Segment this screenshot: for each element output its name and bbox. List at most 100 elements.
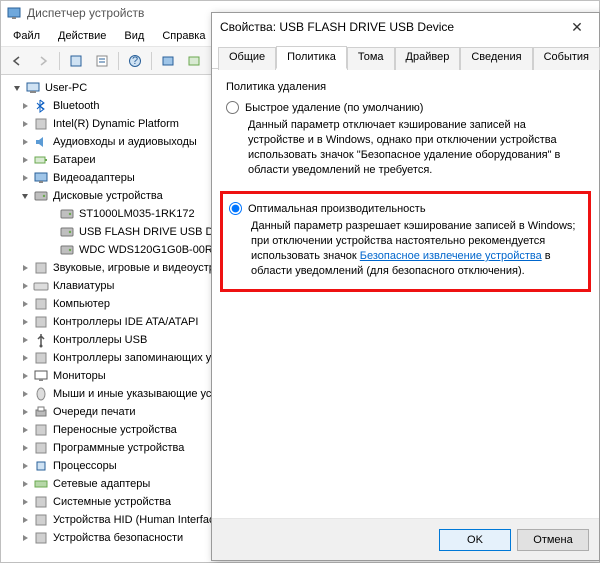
toolbar-show-hidden[interactable] xyxy=(64,49,88,73)
menu-file[interactable]: Файл xyxy=(9,28,44,44)
tree-twisty[interactable] xyxy=(19,190,31,202)
cpu-icon xyxy=(33,458,49,474)
tree-twisty[interactable] xyxy=(19,370,31,382)
tree-label: Видеоадаптеры xyxy=(53,172,135,184)
tree-label: Контроллеры USB xyxy=(53,334,147,346)
security-icon xyxy=(33,530,49,546)
tree-label: Процессоры xyxy=(53,460,117,472)
tab-сведения[interactable]: Сведения xyxy=(460,47,532,70)
toolbar-properties[interactable] xyxy=(90,49,114,73)
tree-twisty[interactable] xyxy=(19,388,31,400)
toolbar-back[interactable] xyxy=(5,49,29,73)
tree-twisty[interactable] xyxy=(19,352,31,364)
ok-button[interactable]: OK xyxy=(439,529,511,551)
quick-removal-desc: Данный параметр отключает кэширование за… xyxy=(248,118,585,177)
tab-драйвер[interactable]: Драйвер xyxy=(395,47,461,70)
dm-app-icon xyxy=(7,6,21,20)
tree-twisty[interactable] xyxy=(19,460,31,472)
mouse-icon xyxy=(33,386,49,402)
toolbar-forward[interactable] xyxy=(31,49,55,73)
tree-twisty[interactable] xyxy=(19,136,31,148)
toolbar-sep xyxy=(118,52,119,70)
tree-label: Устройства безопасности xyxy=(53,532,183,544)
tree-label: Аудиовходы и аудиовыходы xyxy=(53,136,197,148)
tabs-bar: ОбщиеПолитикаТомаДрайверСведенияСобытия xyxy=(212,41,599,69)
display-icon xyxy=(33,170,49,186)
tree-twisty[interactable] xyxy=(19,100,31,112)
tree-label: ST1000LM035-1RK172 xyxy=(79,208,195,220)
tree-twisty[interactable] xyxy=(19,406,31,418)
menu-help[interactable]: Справка xyxy=(158,28,209,44)
tree-label: Программные устройства xyxy=(53,442,184,454)
keyboard-icon xyxy=(33,278,49,294)
tree-twisty[interactable] xyxy=(19,478,31,490)
tree-twisty[interactable] xyxy=(19,280,31,292)
tab-политика[interactable]: Политика xyxy=(276,46,347,69)
tree-twisty[interactable] xyxy=(11,82,23,94)
portable-icon xyxy=(33,422,49,438)
tree-twisty[interactable] xyxy=(19,532,31,544)
safely-remove-link[interactable]: Безопасное извлечение устройства xyxy=(360,250,542,262)
chip-icon xyxy=(33,116,49,132)
tree-twisty[interactable] xyxy=(19,298,31,310)
tab-события[interactable]: События xyxy=(533,47,600,70)
tree-twisty[interactable] xyxy=(19,172,31,184)
tree-twisty[interactable] xyxy=(19,514,31,526)
props-titlebar: Свойства: USB FLASH DRIVE USB Device ✕ xyxy=(212,13,599,41)
toolbar-sep xyxy=(59,52,60,70)
software-icon xyxy=(33,440,49,456)
menu-action[interactable]: Действие xyxy=(54,28,110,44)
option-quick-removal: Быстрое удаление (по умолчанию) Данный п… xyxy=(226,101,585,177)
disk-icon xyxy=(59,242,75,258)
tree-twisty[interactable] xyxy=(45,226,57,238)
tab-тома[interactable]: Тома xyxy=(347,47,395,70)
props-button-bar: OK Отмена xyxy=(212,518,599,560)
tree-label: Мониторы xyxy=(53,370,106,382)
better-performance-desc: Данный параметр разрешает кэширование за… xyxy=(251,219,582,278)
radio-better-performance-label: Оптимальная производительность xyxy=(248,203,426,215)
bluetooth-icon xyxy=(33,98,49,114)
props-body: Политика удаления Быстрое удаление (по у… xyxy=(212,69,599,518)
radio-better-performance[interactable] xyxy=(229,202,242,215)
tree-twisty[interactable] xyxy=(19,424,31,436)
storage-icon xyxy=(33,350,49,366)
toolbar-sep xyxy=(151,52,152,70)
tree-twisty[interactable] xyxy=(19,316,31,328)
toolbar-uninstall[interactable] xyxy=(182,49,206,73)
dm-title-text: Диспетчер устройств xyxy=(27,6,144,20)
tree-label: Переносные устройства xyxy=(53,424,177,436)
tree-twisty[interactable] xyxy=(19,442,31,454)
tree-twisty[interactable] xyxy=(19,154,31,166)
group-title: Политика удаления xyxy=(226,81,585,93)
battery-icon xyxy=(33,152,49,168)
tree-label: Контроллеры IDE ATA/ATAPI xyxy=(53,316,198,328)
system-icon xyxy=(33,494,49,510)
ide-icon xyxy=(33,314,49,330)
audio-icon xyxy=(33,134,49,150)
tree-twisty[interactable] xyxy=(19,496,31,508)
close-button[interactable]: ✕ xyxy=(563,17,591,37)
tree-twisty[interactable] xyxy=(45,208,57,220)
radio-quick-removal[interactable] xyxy=(226,101,239,114)
tree-twisty[interactable] xyxy=(19,262,31,274)
props-title-text: Свойства: USB FLASH DRIVE USB Device xyxy=(220,20,454,34)
tree-twisty[interactable] xyxy=(19,334,31,346)
tree-label: User-PC xyxy=(45,82,87,94)
radio-quick-removal-label: Быстрое удаление (по умолчанию) xyxy=(245,102,423,114)
toolbar-help[interactable]: ? xyxy=(123,49,147,73)
tree-twisty[interactable] xyxy=(19,118,31,130)
tree-label: Bluetooth xyxy=(53,100,99,112)
monitor-icon xyxy=(33,368,49,384)
tree-label: Батареи xyxy=(53,154,96,166)
cancel-button[interactable]: Отмена xyxy=(517,529,589,551)
disk-icon xyxy=(59,224,75,240)
printer-icon xyxy=(33,404,49,420)
tree-label: Системные устройства xyxy=(53,496,171,508)
tab-общие[interactable]: Общие xyxy=(218,47,276,70)
tree-twisty[interactable] xyxy=(45,244,57,256)
toolbar-scan[interactable] xyxy=(156,49,180,73)
tree-label: Intel(R) Dynamic Platform xyxy=(53,118,179,130)
disk-icon xyxy=(59,206,75,222)
menu-view[interactable]: Вид xyxy=(120,28,148,44)
tree-label: Очереди печати xyxy=(53,406,136,418)
